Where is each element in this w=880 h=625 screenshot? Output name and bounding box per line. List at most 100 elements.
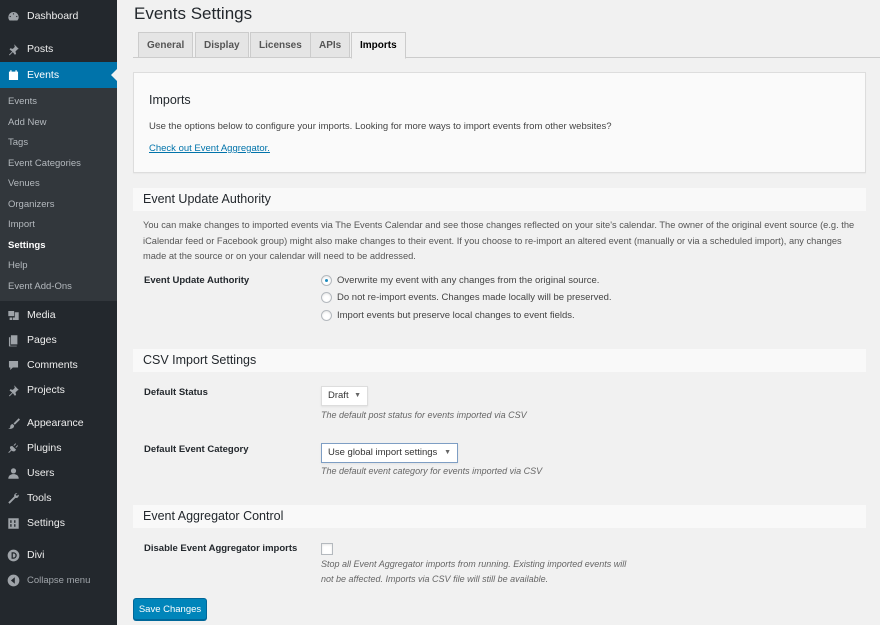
description-line: made at the source or on your calendar w… [143, 251, 416, 261]
user-icon [7, 467, 20, 480]
default-status-select[interactable]: Draft ▼ [321, 386, 368, 406]
radio-label: Overwrite my event with any changes from… [337, 275, 600, 286]
divi-icon [7, 549, 20, 562]
menu-item-tools[interactable]: Tools [0, 486, 117, 510]
menu-label: Comments [27, 359, 78, 371]
submenu-event-categories[interactable]: Event Categories [8, 158, 81, 169]
menu-item-posts[interactable]: Posts [0, 37, 117, 61]
intro-title: Imports [149, 93, 191, 107]
menu-label: Media [27, 309, 56, 321]
menu-item-dashboard[interactable]: Dashboard [0, 4, 117, 28]
disable-aggregator-checkbox[interactable] [321, 543, 333, 555]
menu-item-divi[interactable]: Divi [0, 543, 117, 567]
menu-item-events[interactable]: Events [0, 62, 117, 88]
submenu-events[interactable]: Events [8, 96, 37, 107]
tab-licenses[interactable]: Licenses [250, 32, 311, 58]
plugin-icon [7, 442, 20, 455]
radio-button[interactable] [321, 275, 332, 286]
default-status-label: Default Status [144, 387, 208, 398]
section-title: Event Aggregator Control [143, 509, 284, 523]
default-category-description: The default event category for events im… [321, 466, 543, 476]
update-authority-description: You can make changes to imported events … [143, 218, 873, 265]
menu-item-media[interactable]: Media [0, 303, 117, 327]
submenu-add-new[interactable]: Add New [8, 117, 47, 128]
submenu-import[interactable]: Import [8, 219, 35, 230]
description-line: You can make changes to imported events … [143, 220, 855, 230]
wrench-icon [7, 492, 20, 505]
menu-label: Posts [27, 43, 54, 55]
menu-label: Dashboard [27, 10, 79, 22]
media-icon [7, 309, 20, 322]
tab-imports[interactable]: Imports [351, 32, 406, 59]
menu-label: Pages [27, 334, 57, 346]
intro-text: Use the options below to configure your … [149, 121, 612, 132]
radio-option-do-not-reimport[interactable]: Do not re-import events. Changes made lo… [321, 292, 612, 303]
description-line: Stop all Event Aggregator imports from r… [321, 559, 627, 569]
chevron-down-icon: ▼ [354, 392, 361, 399]
paintbrush-icon [7, 417, 20, 430]
menu-label: Tools [27, 492, 52, 504]
event-aggregator-link[interactable]: Check out Event Aggregator. [149, 143, 270, 154]
submenu-tags[interactable]: Tags [8, 137, 28, 148]
submenu-settings[interactable]: Settings [8, 240, 45, 251]
collapse-icon [7, 574, 20, 587]
default-category-label: Default Event Category [144, 444, 249, 455]
menu-label: Settings [27, 517, 65, 529]
settings-tabs: General Display Licenses APIs Imports [133, 32, 880, 59]
menu-item-users[interactable]: Users [0, 461, 117, 485]
save-changes-button[interactable]: Save Changes [133, 598, 207, 620]
imports-intro-box: Imports Use the options below to configu… [133, 72, 866, 173]
menu-label: Appearance [27, 417, 84, 429]
comment-icon [7, 359, 20, 372]
admin-sidebar: Dashboard Posts Events Events Add New Ta… [0, 0, 117, 625]
menu-label: Divi [27, 549, 45, 561]
menu-label: Users [27, 467, 55, 479]
menu-item-appearance[interactable]: Appearance [0, 411, 117, 435]
menu-item-plugins[interactable]: Plugins [0, 436, 117, 460]
radio-button[interactable] [321, 292, 332, 303]
chevron-down-icon: ▼ [444, 449, 451, 456]
collapse-menu-button[interactable]: Collapse menu [0, 568, 117, 592]
section-header-csv: CSV Import Settings [133, 349, 866, 372]
page-title: Events Settings [134, 4, 253, 23]
pin-icon [7, 43, 20, 56]
update-authority-label: Event Update Authority [144, 275, 250, 286]
radio-option-preserve-local[interactable]: Import events but preserve local changes… [321, 310, 575, 321]
pin-icon [7, 384, 20, 397]
disable-aggregator-label: Disable Event Aggregator imports [144, 543, 298, 554]
menu-label: Projects [27, 384, 65, 396]
submenu-event-add-ons[interactable]: Event Add-Ons [8, 281, 72, 292]
tab-display[interactable]: Display [195, 32, 249, 58]
submenu-organizers[interactable]: Organizers [8, 199, 54, 210]
events-submenu: Events Add New Tags Event Categories Ven… [0, 88, 117, 301]
description-line: not be affected. Imports via CSV file wi… [321, 574, 549, 584]
pages-icon [7, 334, 20, 347]
default-status-description: The default post status for events impor… [321, 410, 527, 420]
dashboard-icon [7, 10, 20, 23]
default-category-select[interactable]: Use global import settings ▼ [321, 443, 458, 463]
radio-label: Do not re-import events. Changes made lo… [337, 292, 612, 303]
description-line: iCalendar feed or Facebook group) might … [143, 235, 842, 246]
menu-item-projects[interactable]: Projects [0, 378, 117, 402]
menu-item-settings[interactable]: Settings [0, 511, 117, 535]
select-value: Use global import settings [328, 447, 438, 458]
menu-item-pages[interactable]: Pages [0, 328, 117, 352]
disable-aggregator-description: Stop all Event Aggregator imports from r… [321, 557, 626, 587]
tab-general[interactable]: General [138, 32, 194, 58]
submenu-venues[interactable]: Venues [8, 178, 40, 189]
select-value: Draft [328, 390, 349, 401]
menu-label: Plugins [27, 442, 62, 454]
calendar-icon [7, 69, 20, 82]
settings-icon [7, 517, 20, 530]
section-header-aggregator: Event Aggregator Control [133, 505, 866, 528]
section-title: CSV Import Settings [143, 353, 257, 367]
collapse-label: Collapse menu [27, 574, 91, 586]
tab-apis[interactable]: APIs [310, 32, 351, 58]
radio-button[interactable] [321, 310, 332, 321]
submenu-help[interactable]: Help [8, 260, 28, 271]
menu-item-comments[interactable]: Comments [0, 353, 117, 377]
radio-option-overwrite[interactable]: Overwrite my event with any changes from… [321, 275, 599, 286]
section-title: Event Update Authority [143, 192, 271, 206]
radio-label: Import events but preserve local changes… [337, 310, 575, 321]
section-header-update-authority: Event Update Authority [133, 188, 866, 211]
